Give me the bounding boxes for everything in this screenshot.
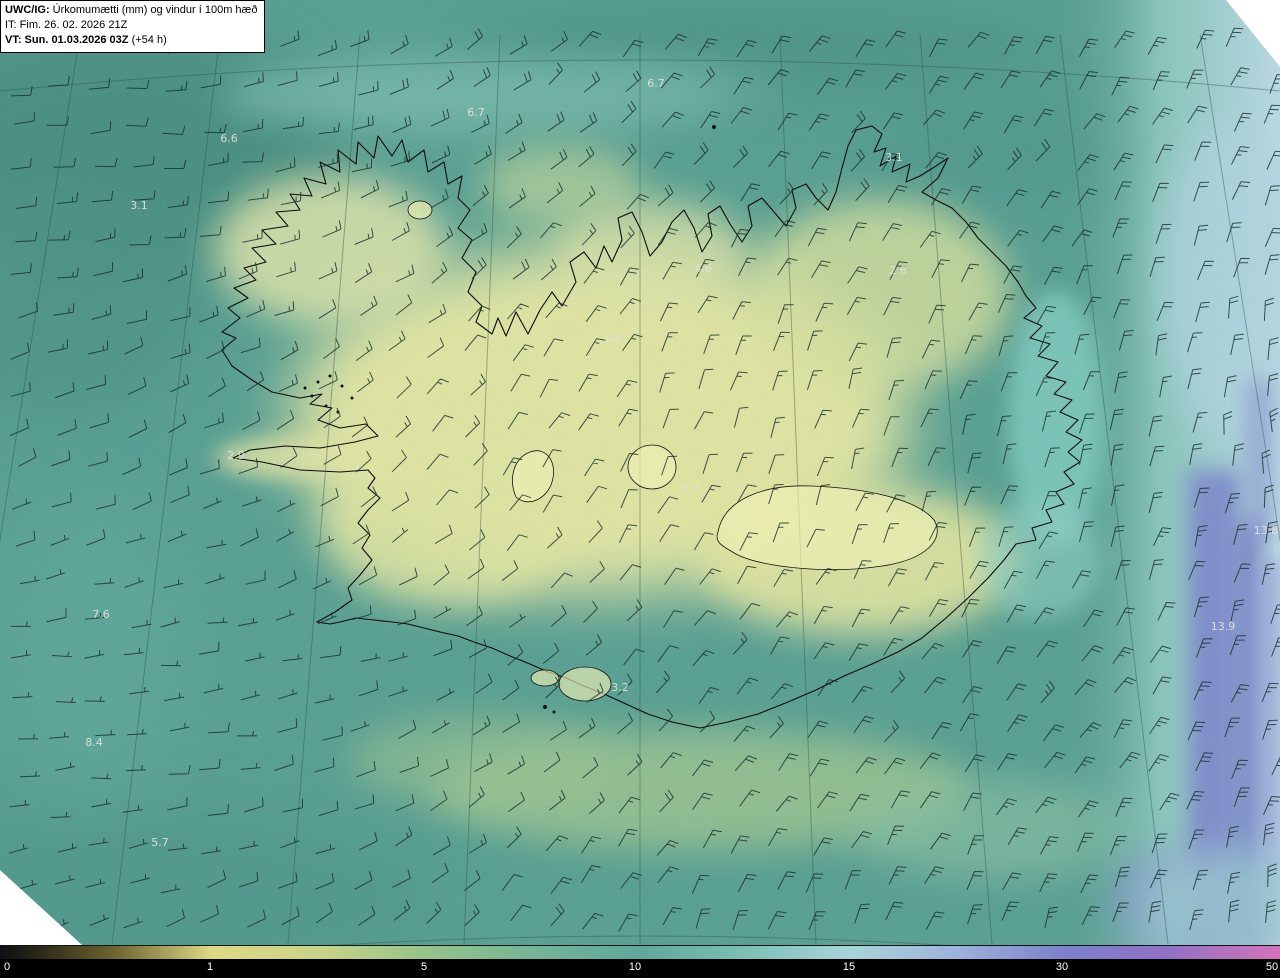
valid-time-line: VT: Sun. 01.03.2026 03Z (+54 h) — [5, 33, 257, 48]
value-label: 2.9 — [227, 449, 245, 462]
value-label: 5.7 — [151, 836, 169, 849]
hofsjokull-outline — [627, 444, 677, 490]
value-label: 4.6 — [694, 262, 712, 275]
value-label: 3.1 — [130, 199, 148, 212]
weather-map: 6.7 6.7 6.6 3.1 3.1 4.6 2.8 4.6 2.9 3.7 7.6 13.8 13.… — [0, 0, 1280, 945]
product-code: UWC/IG: — [5, 4, 50, 16]
value-label: 7.6 — [92, 608, 110, 621]
chart-title: Úrkomumætti (mm) og vindur í 100m hæð — [52, 4, 258, 16]
drangajokull-outline — [407, 200, 433, 220]
colorbar-tick: 30 — [1055, 961, 1069, 973]
colorbar-tick: 0 — [4, 961, 11, 973]
colorbar: 0 1 5 10 15 30 50 — [0, 945, 1280, 978]
init-time-line: IT: Fim. 26. 02. 2026 21Z — [5, 18, 128, 31]
value-label: 3.2 — [611, 681, 629, 694]
chart-title-box: UWC/IG: Úrkomumætti (mm) og vindur í 100… — [0, 0, 266, 53]
title-line: UWC/IG: Úrkomumætti (mm) og vindur í 100… — [5, 3, 257, 18]
value-label: 2.8 — [889, 264, 907, 277]
colorbar-gradient — [0, 945, 1280, 959]
value-label: 3.1 — [885, 151, 903, 164]
colorbar-tick: 50 — [1265, 961, 1279, 973]
value-label: 3.7 — [681, 482, 699, 495]
value-label: 6.6 — [220, 132, 238, 145]
valid-time: VT: Sun. 01.03.2026 03Z — [5, 33, 129, 46]
value-label: 8.4 — [85, 736, 103, 749]
value-label: 4.6 — [605, 332, 623, 345]
colorbar-tick: 1 — [206, 961, 214, 973]
colorbar-tick-labels: 0 1 5 10 15 30 50 — [0, 959, 1280, 978]
value-label: 13.9 — [1211, 620, 1236, 633]
value-label: 6.7 — [467, 106, 485, 119]
colorbar-tick: 10 — [628, 961, 642, 973]
colorbar-tick: 5 — [420, 961, 428, 973]
myrdalsjokull-outline — [558, 666, 612, 702]
value-label: 13.8 — [1254, 524, 1279, 537]
weather-chart-stage: 6.7 6.7 6.6 3.1 3.1 4.6 2.8 4.6 2.9 3.7 7.6 13.8 13.… — [0, 0, 1280, 978]
value-label: 6.7 — [647, 77, 665, 90]
colorbar-tick: 15 — [842, 961, 856, 973]
lead-time: (+54 h) — [128, 33, 167, 46]
